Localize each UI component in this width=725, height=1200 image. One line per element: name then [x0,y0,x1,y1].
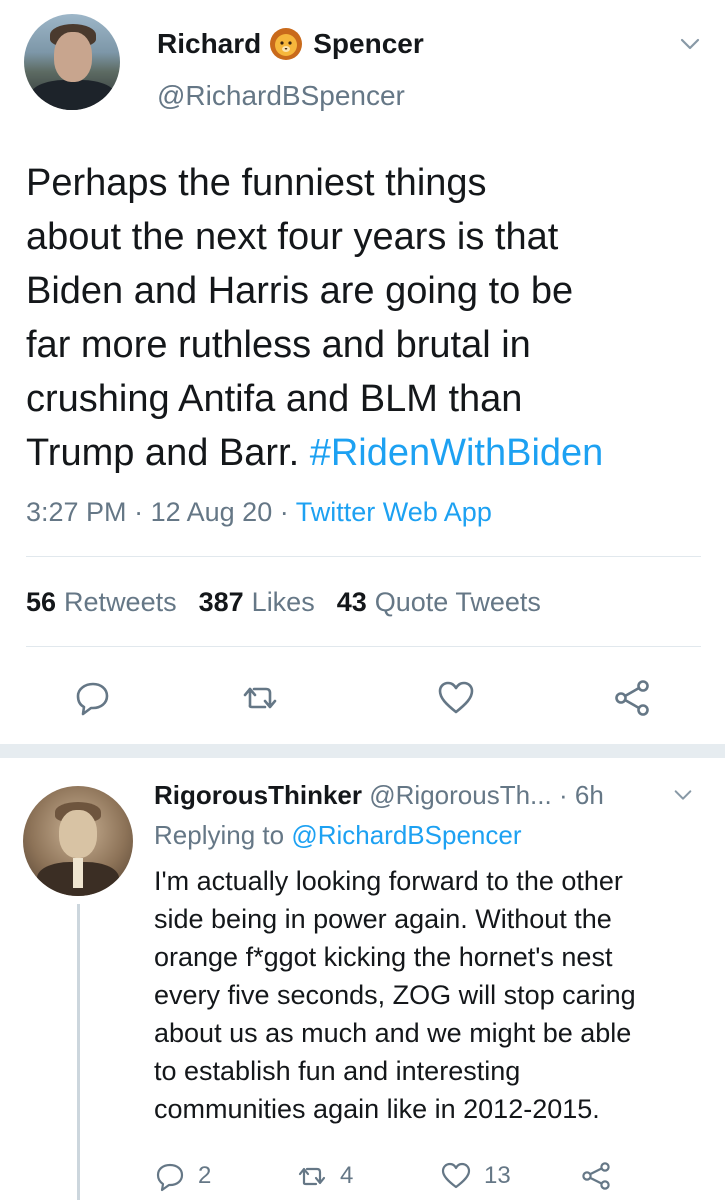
tweet-body: Perhaps the funniest things about the ne… [26,162,574,474]
reply-text: I'm actually looking forward to the othe… [154,866,636,1124]
reply-display-name[interactable]: RigorousThinker [154,780,362,810]
display-name-last: Spencer [313,28,424,59]
like-icon[interactable] [436,678,476,718]
replying-prefix: Replying to [154,820,285,850]
retweet-icon [298,1167,326,1186]
divider [26,646,701,647]
replying-handle[interactable]: @RichardBSpencer [291,820,521,850]
reply-header: RigorousThinker @RigorousTh... · 6h [154,780,604,811]
reply-tweet[interactable]: RigorousThinker @RigorousTh... · 6h Repl… [0,758,725,1200]
reply-count: 2 [198,1162,212,1189]
main-tweet: Richard Spencer @RichardBSpencer Perhaps… [0,0,725,745]
meta-separator: · [279,497,289,527]
reply-button[interactable]: 2 [154,1160,211,1192]
tweet-actions [0,678,725,718]
reply-handle[interactable]: @RigorousTh... [369,780,551,810]
quotes-count: 43 [336,587,367,617]
tweet-meta: 3:27 PM · 12 Aug 20 · Twitter Web App [26,497,492,528]
lion-face-icon [270,28,303,60]
divider [26,556,701,557]
replying-to: Replying to @RichardBSpencer [154,820,521,851]
meta-separator: · [134,497,144,527]
like-button[interactable]: 13 [440,1160,511,1192]
likes-stat[interactable]: 387 Likes [199,587,315,618]
reply-icon[interactable] [73,678,113,718]
like-count: 13 [484,1162,511,1189]
author-handle[interactable]: @RichardBSpencer [157,80,405,112]
reply-icon [156,1163,184,1192]
retweets-stat[interactable]: 56 Retweets [26,587,177,618]
retweets-count: 56 [26,587,57,617]
author-name[interactable]: Richard Spencer [157,26,424,62]
reply-age[interactable]: 6h [575,780,604,810]
reply-separator: · [558,780,568,810]
tweet-date[interactable]: 12 Aug 20 [151,497,273,527]
section-separator [0,744,725,758]
tweet-time[interactable]: 3:27 PM [26,497,127,527]
reply-actions: 2 4 13 [0,1156,725,1196]
chevron-down-icon[interactable] [672,784,694,806]
share-icon [582,1162,610,1190]
likes-count: 387 [198,587,244,617]
tweet-text: Perhaps the funniest things about the ne… [26,156,706,480]
share-icon[interactable] [612,678,652,718]
like-icon [441,1162,471,1189]
tweet-source[interactable]: Twitter Web App [296,497,492,527]
retweets-label: Retweets [64,587,177,617]
retweet-icon[interactable] [240,678,280,718]
retweet-count: 4 [340,1162,354,1189]
chevron-down-icon[interactable] [678,32,702,56]
likes-label: Likes [251,587,315,617]
display-name-first: Richard [157,28,262,59]
share-button[interactable] [580,1160,624,1192]
quotes-label: Quote Tweets [374,587,541,617]
retweet-button[interactable]: 4 [296,1160,353,1192]
avatar[interactable] [23,786,133,896]
quotes-stat[interactable]: 43 Quote Tweets [337,587,541,618]
tweet-stats: 56 Retweets 387 Likes 43 Quote Tweets [26,587,541,618]
avatar[interactable] [24,14,120,110]
hashtag-link[interactable]: #RidenWithBiden [310,432,604,474]
